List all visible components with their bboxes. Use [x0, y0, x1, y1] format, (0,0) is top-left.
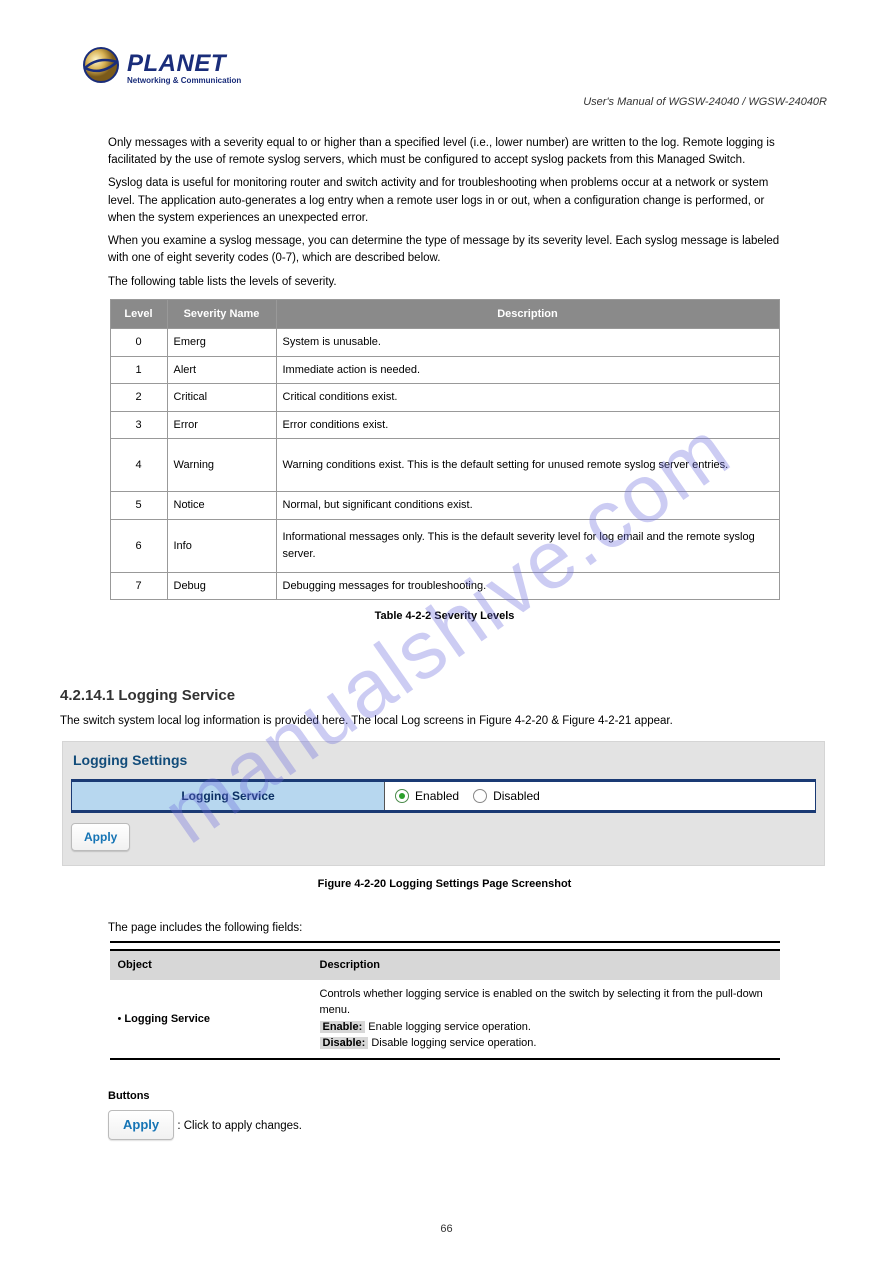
brand-tagline: Networking & Communication [127, 77, 241, 85]
brand-logo: PLANET Networking & Communication [82, 46, 829, 90]
table-row: 5NoticeNormal, but significant condition… [110, 492, 779, 520]
intro-3: When you examine a syslog message, you c… [108, 233, 781, 268]
figure-caption: Figure 4-2-20 Logging Settings Page Scre… [60, 876, 829, 893]
table-row: 3ErrorError conditions exist. [110, 411, 779, 439]
manual-title: User's Manual of WGSW-24040 / WGSW-24040… [60, 94, 827, 111]
radio-enabled-label: Enabled [415, 787, 459, 805]
globe-icon [82, 46, 120, 90]
field-object: • Logging Service [110, 980, 312, 1058]
apply-button-2[interactable]: Apply [108, 1110, 174, 1140]
panel-field-label: Logging Service [72, 782, 385, 810]
radio-disabled-label: Disabled [493, 787, 540, 805]
logging-settings-panel: Logging Settings Logging Service Enabled… [62, 741, 825, 866]
page-number: 66 [0, 1221, 893, 1238]
th-description: Description [312, 950, 780, 980]
table-row: 2CriticalCritical conditions exist. [110, 384, 779, 412]
apply-desc: : Click to apply changes. [174, 1120, 302, 1132]
page-includes: The page includes the following fields: [108, 920, 829, 937]
th-level: Level [110, 299, 167, 329]
logsetting-desc: The switch system local log information … [60, 713, 829, 730]
table-row: 0EmergSystem is unusable. [110, 329, 779, 357]
th-name: Severity Name [167, 299, 276, 329]
buttons-label: Buttons [108, 1088, 829, 1105]
radio-disabled[interactable] [473, 789, 487, 803]
radio-enabled[interactable] [395, 789, 409, 803]
fields-table: Object Description • Logging Service Con… [110, 949, 780, 1058]
intro-2: Syslog data is useful for monitoring rou… [108, 175, 781, 227]
th-desc: Description [276, 299, 779, 329]
field-description: Controls whether logging service is enab… [312, 980, 780, 1058]
table-row: 6InfoInformational messages only. This i… [110, 519, 779, 572]
table-row: 7DebugDebugging messages for troubleshoo… [110, 572, 779, 600]
apply-button[interactable]: Apply [71, 823, 130, 851]
panel-title: Logging Settings [71, 750, 816, 775]
intro-4: The following table lists the levels of … [108, 274, 781, 291]
th-object: Object [110, 950, 312, 980]
section-heading: 4.2.14.1 Logging Service [60, 685, 829, 708]
brand-name: PLANET [127, 52, 241, 76]
severity-table: Level Severity Name Description 0EmergSy… [110, 299, 780, 601]
table-row: 4WarningWarning conditions exist. This i… [110, 439, 779, 492]
intro-1: Only messages with a severity equal to o… [108, 135, 781, 170]
table-row: 1AlertImmediate action is needed. [110, 356, 779, 384]
severity-caption: Table 4-2-2 Severity Levels [60, 608, 829, 625]
